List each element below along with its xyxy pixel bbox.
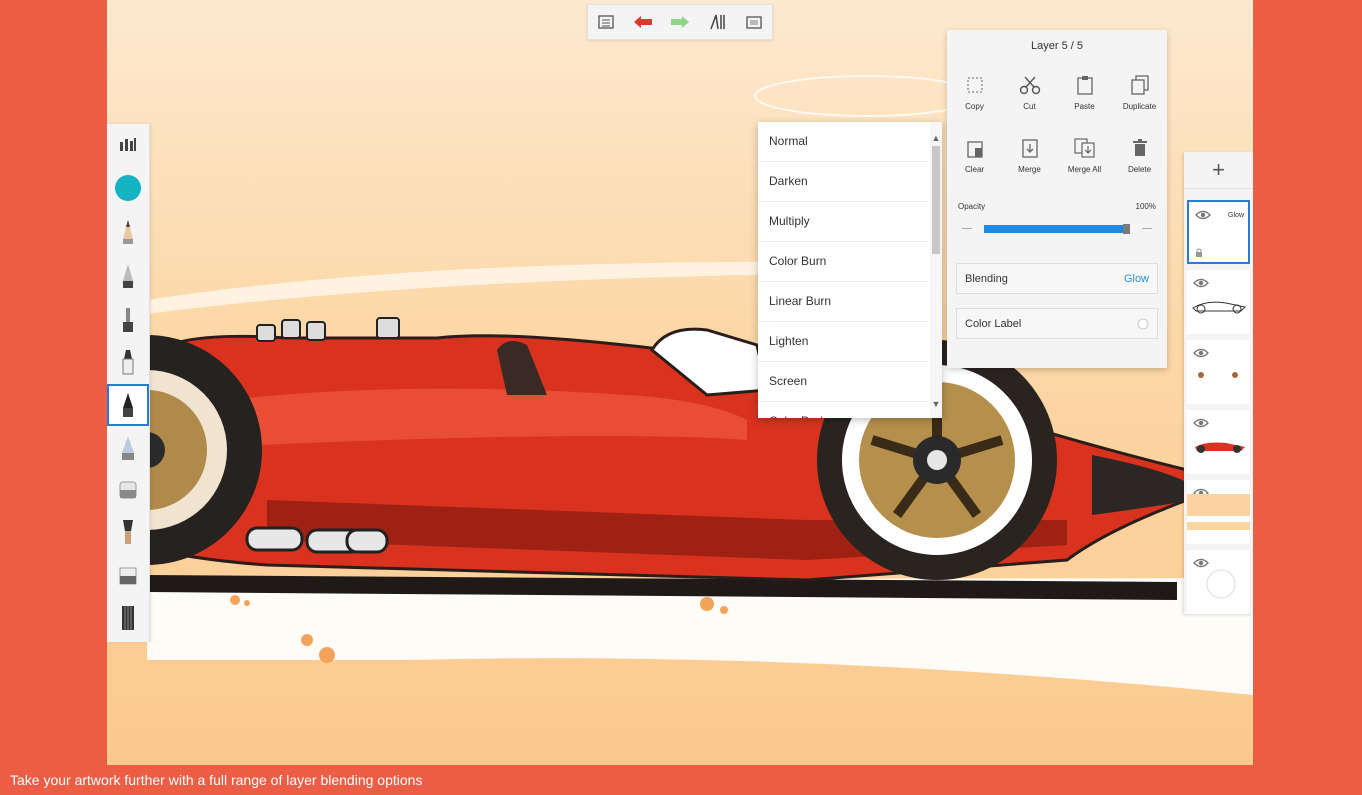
color-label-swatch-icon[interactable]: [1137, 318, 1149, 330]
duplicate-icon: [1128, 72, 1152, 98]
marker-icon[interactable]: [107, 342, 149, 382]
blend-mode-item[interactable]: Color Dodge: [758, 402, 928, 418]
layer-thumbnail-glow[interactable]: Glow: [1187, 200, 1250, 264]
details-preview: [1198, 372, 1238, 378]
merge-icon: [1018, 135, 1042, 161]
blending-value: Glow: [1123, 272, 1149, 285]
wash-preview: [1187, 494, 1250, 530]
scroll-up-icon[interactable]: ▲: [930, 132, 942, 144]
top-toolbar: [587, 4, 773, 40]
visibility-eye-icon[interactable]: [1193, 418, 1209, 428]
blend-mode-item[interactable]: Normal: [758, 122, 928, 162]
layer-thumbnail-details[interactable]: [1187, 340, 1250, 404]
opacity-slider-track[interactable]: [984, 225, 1130, 233]
cut-icon: [1018, 72, 1042, 98]
layer-thumbnail-color[interactable]: [1187, 410, 1250, 474]
action-label: Delete: [1127, 165, 1152, 174]
paste-icon: [1073, 72, 1097, 98]
blending-mode-menu: Normal Darken Multiply Color Burn Linear Bur…: [758, 122, 942, 418]
clear-icon: [963, 135, 987, 161]
opacity-label: Opacity: [958, 202, 986, 211]
action-label: Copy: [965, 102, 984, 111]
chisel-marker-icon[interactable]: [107, 384, 149, 426]
scroll-down-icon[interactable]: ▼: [930, 398, 942, 410]
visibility-eye-icon[interactable]: [1193, 278, 1209, 288]
motion-ring: [754, 75, 980, 117]
paintbrush-icon[interactable]: [107, 428, 149, 468]
gallery-icon[interactable]: [592, 8, 620, 36]
layers-column: + Glow: [1184, 152, 1253, 614]
airbrush-icon[interactable]: [107, 300, 149, 340]
blend-mode-item[interactable]: Lighten: [758, 322, 928, 362]
delete-icon: [1128, 135, 1152, 161]
blend-mode-item[interactable]: Linear Burn: [758, 282, 928, 322]
fullscreen-icon[interactable]: [740, 8, 768, 36]
action-label: Cut: [1023, 102, 1036, 111]
scroll-thumb[interactable]: [932, 146, 940, 254]
lineart-preview: [1192, 301, 1247, 314]
pencil-icon[interactable]: [107, 212, 149, 252]
action-label: Merge All: [1067, 165, 1102, 174]
merge-all-icon: [1073, 135, 1097, 161]
slider-decrease-icon[interactable]: [962, 228, 972, 229]
blend-mode-item[interactable]: Color Burn: [758, 242, 928, 282]
opacity-row: Opacity 100%: [947, 202, 1167, 211]
merge-button[interactable]: Merge: [1002, 135, 1057, 198]
redo-icon[interactable]: [666, 8, 694, 36]
duplicate-button[interactable]: Duplicate: [1112, 72, 1167, 135]
blend-mode-item[interactable]: Screen: [758, 362, 928, 402]
layer-lock-icon[interactable]: [1195, 248, 1203, 258]
hard-eraser-icon[interactable]: [107, 556, 149, 596]
menu-scrollbar[interactable]: ▲ ▼: [930, 122, 942, 418]
add-layer-button[interactable]: +: [1184, 152, 1253, 189]
clear-button[interactable]: Clear: [947, 135, 1002, 198]
blending-label: Blending: [965, 272, 1008, 285]
opacity-value: 100%: [1135, 202, 1156, 211]
soft-eraser-icon[interactable]: [107, 470, 149, 510]
speed-streak: [147, 261, 807, 314]
action-label: Merge: [1018, 165, 1041, 174]
layer-editor-panel: Layer 5 / 5 Copy Cut Paste Duplicate Clear Me…: [947, 30, 1167, 368]
symmetry-tools-icon[interactable]: [703, 8, 731, 36]
paste-button[interactable]: Paste: [1057, 72, 1112, 135]
copy-button[interactable]: Copy: [947, 72, 1002, 135]
exhaust-pipes: [245, 526, 389, 554]
brush-toolbar: [107, 124, 150, 642]
merge-all-button[interactable]: Merge All: [1057, 135, 1112, 198]
visibility-eye-icon[interactable]: [1193, 348, 1209, 358]
copy-icon: [963, 72, 987, 98]
layer-panel-title: Layer 5 / 5: [1031, 40, 1083, 52]
action-label: Duplicate: [1122, 102, 1157, 111]
color-label-row[interactable]: Color Label: [956, 308, 1158, 339]
delete-button[interactable]: Delete: [1112, 135, 1167, 198]
background-color-icon[interactable]: [1205, 568, 1237, 600]
layer-name: Glow: [1228, 212, 1244, 219]
visibility-eye-icon[interactable]: [1193, 558, 1209, 568]
layer-thumbnail-background-wash[interactable]: [1187, 480, 1250, 544]
blend-mode-item[interactable]: Multiply: [758, 202, 928, 242]
opacity-slider[interactable]: [958, 221, 1156, 237]
blend-mode-item[interactable]: Darken: [758, 162, 928, 202]
brush-library-icon[interactable]: [107, 124, 149, 164]
color-puck-icon[interactable]: [107, 168, 149, 208]
layer-thumbnail-lineart[interactable]: [1187, 270, 1250, 334]
action-label: Clear: [964, 165, 985, 174]
sketchbook-app-window: Normal Darken Multiply Color Burn Linear Bur…: [107, 0, 1253, 765]
opacity-slider-knob[interactable]: [1123, 224, 1130, 234]
texture-brush-icon[interactable]: [107, 598, 149, 638]
ballpoint-pen-icon[interactable]: [107, 256, 149, 296]
visibility-eye-icon[interactable]: [1195, 210, 1211, 220]
action-label: Paste: [1074, 102, 1095, 111]
blending-row[interactable]: Blending Glow: [956, 263, 1158, 294]
undo-icon[interactable]: [629, 8, 657, 36]
caption-text: Take your artwork further with a full ra…: [10, 772, 423, 788]
smudge-brush-icon[interactable]: [107, 512, 149, 552]
slider-increase-icon[interactable]: [1142, 228, 1152, 229]
color-label-label: Color Label: [965, 317, 1022, 330]
layer-thumbnail-background[interactable]: [1187, 550, 1250, 614]
cut-button[interactable]: Cut: [1002, 72, 1057, 135]
color-preview: [1195, 442, 1245, 453]
